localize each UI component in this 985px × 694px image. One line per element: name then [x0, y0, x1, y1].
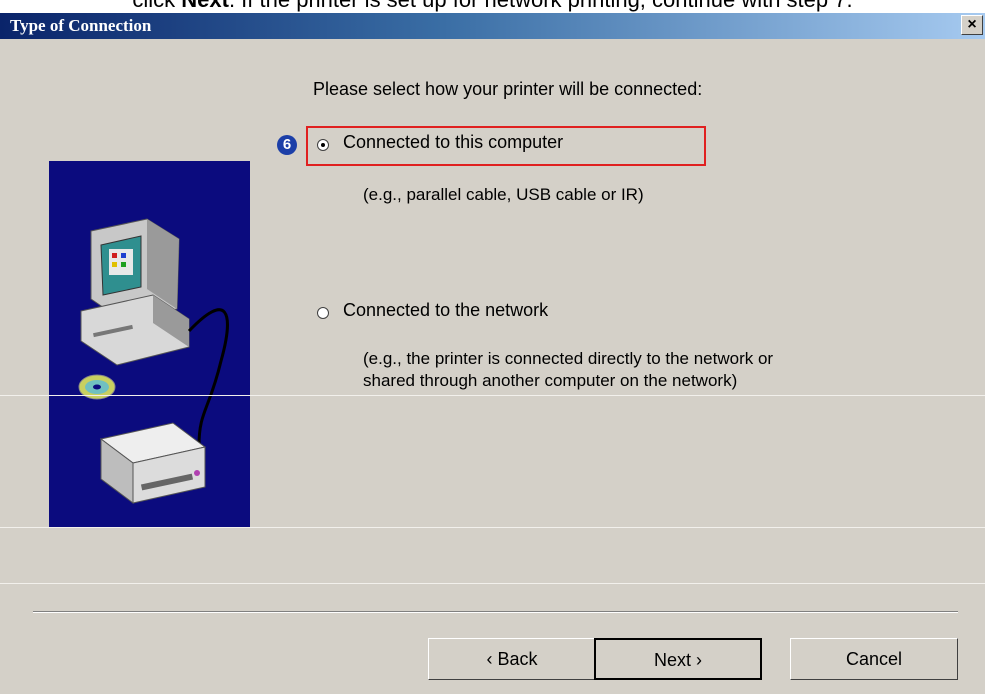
title-bar: Type of Connection ×: [0, 13, 985, 39]
document-instruction: click Next. If the printer is set up for…: [0, 0, 985, 13]
cancel-button[interactable]: Cancel: [790, 638, 958, 680]
option-network-label[interactable]: Connected to the network: [343, 300, 548, 321]
printer-icon: [99, 422, 207, 504]
next-button[interactable]: Next ›: [594, 638, 762, 680]
step-badge: 6: [277, 135, 297, 155]
option-network-desc-line2: shared through another computer on the n…: [363, 371, 738, 390]
button-separator: [33, 611, 958, 613]
option-this-computer-label[interactable]: Connected to this computer: [343, 132, 563, 153]
scan-line: [0, 583, 985, 584]
dialog-title: Type of Connection: [10, 16, 152, 35]
instruction-prefix: click: [132, 0, 181, 12]
close-icon: ×: [967, 16, 977, 33]
option-network-desc-line1: (e.g., the printer is connected directly…: [363, 349, 774, 368]
instruction-suffix: . If the printer is set up for network p…: [229, 0, 853, 12]
radio-network[interactable]: [317, 307, 329, 319]
illustration-graphic: [78, 218, 229, 504]
computer-icon: [80, 218, 190, 366]
connection-prompt: Please select how your printer will be c…: [313, 79, 703, 99]
option-this-computer-desc: (e.g., parallel cable, USB cable or IR): [363, 185, 644, 204]
scan-line: [0, 395, 985, 396]
connection-illustration: [49, 161, 250, 527]
scan-line: [0, 527, 985, 528]
dialog-window: Type of Connection × Please select how y…: [0, 13, 985, 694]
back-button[interactable]: ‹ Back: [428, 638, 596, 680]
radio-this-computer[interactable]: [317, 139, 329, 151]
instruction-bold: Next: [181, 0, 229, 12]
close-button[interactable]: ×: [961, 15, 983, 35]
